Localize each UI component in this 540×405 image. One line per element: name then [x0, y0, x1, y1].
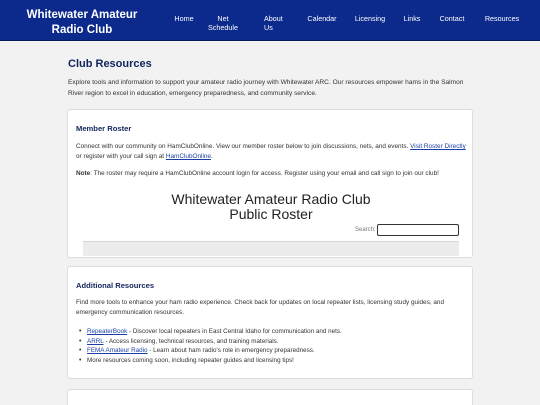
additional-resources-description: Find more tools to enhance your ham radi… — [76, 299, 445, 316]
list-item: RepeaterBook - Discover local repeaters … — [76, 327, 466, 337]
fema-link[interactable]: FEMA Amateur Radio — [87, 347, 148, 354]
hamclubonline-link[interactable]: HamClubOnline — [166, 153, 211, 160]
top-navigation-bar: Whitewater Amateur Radio Club Home Net S… — [0, 0, 540, 41]
roster-note: Note: The roster may require a HamClubOn… — [76, 169, 466, 179]
nav-item-calendar[interactable]: Calendar — [302, 14, 342, 23]
nav-item-licensing[interactable]: Licensing — [352, 14, 388, 23]
repeaterbook-link[interactable]: RepeaterBook — [87, 328, 127, 335]
member-roster-text: Connect with our community on HamClubOnl… — [76, 143, 409, 150]
search-label: Search: — [355, 227, 376, 233]
list-item: ARRL - Access licensing, technical resou… — [76, 337, 466, 347]
additional-resources-heading: Additional Resources — [76, 281, 155, 290]
nav-item-links[interactable]: Links — [399, 14, 425, 23]
list-item: FEMA Amateur Radio - Learn about ham rad… — [76, 346, 466, 356]
page-title: Club Resources — [68, 58, 152, 70]
nav-item-about-us[interactable]: About Us — [264, 14, 292, 32]
nav-item-home[interactable]: Home — [170, 14, 198, 23]
visit-roster-link[interactable]: Visit Roster Directly — [410, 143, 466, 150]
roster-title: Whitewater Amateur Radio Club Public Ros… — [76, 192, 466, 222]
nav-item-contact[interactable]: Contact — [432, 14, 472, 23]
roster-embed: Whitewater Amateur Radio Club Public Ros… — [76, 188, 466, 256]
additional-resources-card: Additional Resources Find more tools to … — [67, 266, 473, 379]
member-roster-heading: Member Roster — [76, 124, 132, 133]
arrl-link[interactable]: ARRL — [87, 338, 104, 345]
resource-text: - Access licensing, technical resources,… — [103, 337, 279, 345]
roster-table-header — [83, 241, 459, 256]
member-roster-description: Connect with our community on HamClubOnl… — [76, 142, 466, 162]
list-item: More resources coming soon, including re… — [76, 356, 466, 366]
nav-item-net-schedule[interactable]: Net Schedule — [206, 14, 240, 32]
nav-item-resources[interactable]: Resources — [479, 14, 525, 23]
note-label: Note — [76, 170, 91, 177]
period-text: . — [210, 153, 213, 160]
resource-list: RepeaterBook - Discover local repeaters … — [76, 327, 466, 365]
resource-text: More resources coming soon, including re… — [87, 356, 294, 364]
note-text: : The roster may require a HamClubOnline… — [90, 170, 439, 177]
next-section-card — [67, 389, 473, 405]
site-brand[interactable]: Whitewater Amateur Radio Club — [14, 8, 150, 38]
roster-search-input[interactable] — [377, 224, 459, 236]
resource-text: - Discover local repeaters in East Centr… — [127, 328, 342, 335]
page-intro: Explore tools and information to support… — [68, 79, 464, 97]
roster-title-line-2: Public Roster — [229, 206, 313, 222]
register-text: or register with your call sign at — [76, 153, 165, 160]
resource-text: - Learn about ham radio's role in emerge… — [147, 347, 315, 354]
roster-title-line-1: Whitewater Amateur Radio Club — [171, 191, 371, 207]
member-roster-card: Member Roster Connect with our community… — [67, 109, 473, 258]
